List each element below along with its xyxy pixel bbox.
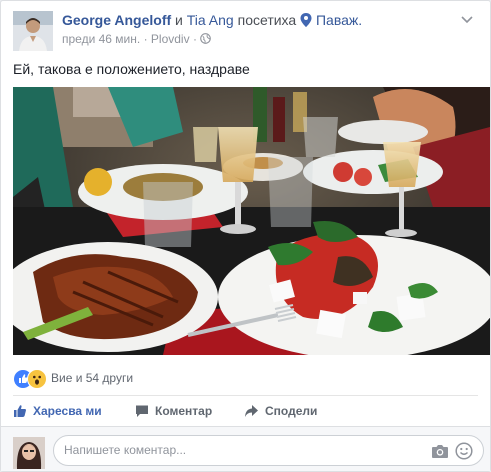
and-word: и (175, 12, 183, 28)
place-link[interactable]: Паваж. (316, 12, 362, 28)
comment-button[interactable]: Коментар (135, 401, 212, 421)
like-button[interactable]: Харесва ми (13, 401, 102, 421)
divider (13, 395, 478, 396)
share-button[interactable]: Сподели (244, 401, 317, 421)
like-label: Харесва ми (33, 404, 102, 418)
comment-input[interactable] (62, 442, 426, 458)
comment-label: Коментар (155, 404, 213, 418)
share-arrow-icon (245, 405, 258, 417)
feed-post: George Angeloff и Tia Ang посетиха Паваж… (0, 0, 491, 472)
meta-dot: · (192, 32, 197, 46)
post-status-text: Ей, такова е положението, наздраве (13, 61, 250, 77)
post-photo[interactable] (13, 87, 490, 355)
globe-icon[interactable] (200, 33, 212, 44)
emoji-icon[interactable] (455, 442, 473, 460)
post-meta: преди 46 мин. · Plovdiv · (62, 32, 212, 46)
post-options-chevron-icon[interactable] (458, 13, 476, 27)
thumbs-up-icon (14, 405, 26, 417)
comment-icon (136, 405, 148, 417)
share-label: Сподели (265, 404, 318, 418)
camera-icon[interactable] (431, 443, 449, 459)
location-pin-icon (300, 13, 312, 27)
post-header: George Angeloff и Tia Ang посетиха Паваж… (62, 12, 362, 28)
reactions-count[interactable]: Вие и 54 други (51, 371, 133, 385)
author-name[interactable]: George Angeloff (62, 12, 171, 28)
viewer-avatar[interactable] (13, 437, 45, 469)
wow-reaction-icon (27, 369, 47, 389)
comment-composer-bar (1, 426, 490, 471)
post-location[interactable]: Plovdiv (151, 32, 190, 46)
comment-input-box (53, 435, 484, 466)
food-photo-illustration (13, 87, 490, 355)
tagged-friend[interactable]: Tia Ang (187, 12, 234, 28)
post-time[interactable]: преди 46 мин. (62, 32, 140, 46)
meta-dot: · (143, 32, 148, 46)
checkin-verb: посетиха (237, 12, 297, 28)
author-avatar[interactable] (13, 11, 53, 51)
